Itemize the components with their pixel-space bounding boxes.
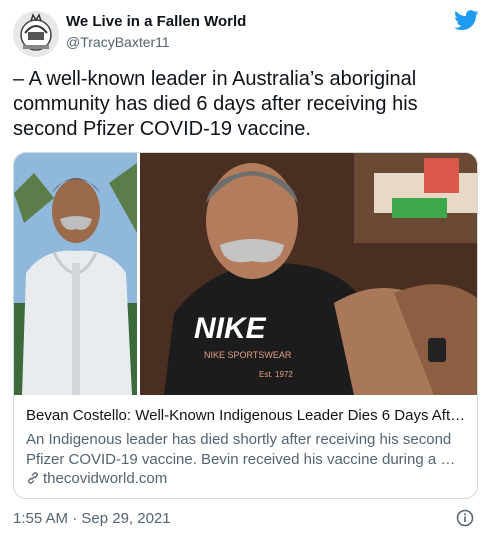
avatar[interactable] [13,11,59,57]
card-domain-text: thecovidworld.com [43,470,168,487]
author-name[interactable]: We Live in a Fallen World [66,13,246,30]
twitter-bird-icon[interactable] [454,10,479,31]
left-photo [14,153,137,395]
shirt-brand-text: NIKE [194,312,267,345]
link-preview-card[interactable]: NIKE NIKE SPORTSWEAR Est. 1972 Bevan Cos… [13,152,478,499]
card-title[interactable]: Bevan Costello: Well-Known Indigenous Le… [26,407,471,424]
card-image: NIKE NIKE SPORTSWEAR Est. 1972 [14,153,477,395]
tweet-timestamp[interactable]: 1:55 AM · Sep 29, 2021 [13,510,171,527]
author-handle[interactable]: @TracyBaxter11 [66,34,170,50]
right-photo: NIKE NIKE SPORTSWEAR Est. 1972 [140,153,477,395]
tweet-text: – A well-known leader in Australia’s abo… [13,68,418,140]
card-domain[interactable]: thecovidworld.com [26,470,167,487]
shirt-subtext: NIKE SPORTSWEAR [204,350,292,360]
card-description: An Indigenous leader has died shortly af… [26,431,456,468]
link-icon [28,472,38,484]
info-icon[interactable] [456,509,474,527]
shirt-est: Est. 1972 [259,370,293,379]
avatar-illustration [13,11,59,57]
